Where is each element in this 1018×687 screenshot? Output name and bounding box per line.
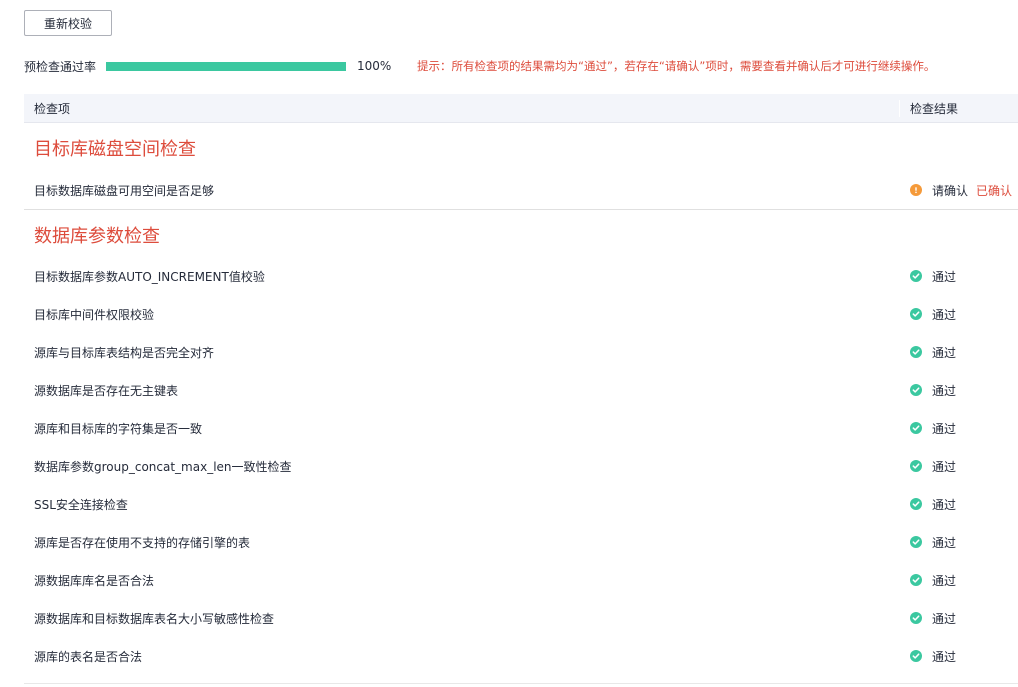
- check-item-name: 目标库中间件权限校验: [34, 307, 155, 322]
- group-title: 目标库磁盘空间检查: [34, 139, 196, 160]
- check-item-name: SSL安全连接检查: [34, 497, 128, 512]
- table-row: 源数据库和目标数据库表名大小写敏感性检查 通过: [24, 599, 1018, 637]
- table-header: 检查项 检查结果: [24, 94, 1018, 123]
- check-circle-icon: [910, 270, 922, 282]
- status-text: 通过: [932, 383, 957, 398]
- precheck-rate-row: 预检查通过率 100% 提示：所有检查项的结果需均为“通过”，若存在“请确认”项…: [24, 58, 1004, 74]
- check-item-name: 目标数据库磁盘可用空间是否足够: [34, 183, 215, 198]
- check-circle-icon: [910, 650, 922, 662]
- table-row: 数据库参数group_concat_max_len一致性检查 通过: [24, 447, 1018, 485]
- check-circle-icon: [910, 346, 922, 358]
- check-groups: 目标库磁盘空间检查 目标数据库磁盘可用空间是否足够 请确认 已确认 数据库参数检查 目标数…: [24, 123, 1018, 675]
- check-result: 通过: [900, 534, 956, 551]
- check-circle-icon: [910, 384, 922, 396]
- check-result: 通过: [900, 572, 956, 589]
- status-text: 通过: [932, 345, 957, 360]
- header-check-result: 检查结果: [910, 101, 959, 116]
- status-text: 通过: [932, 497, 957, 512]
- check-circle-icon: [910, 422, 922, 434]
- confirmed-link[interactable]: 已确认: [976, 182, 1012, 199]
- status-text: 通过: [932, 573, 957, 588]
- status-text: 通过: [932, 459, 957, 474]
- table-row: 源库是否存在使用不支持的存储引擎的表 通过: [24, 523, 1018, 561]
- status-text: 通过: [932, 421, 957, 436]
- table-row: 源数据库是否存在无主键表 通过: [24, 371, 1018, 409]
- table-row: 源数据库库名是否合法 通过: [24, 561, 1018, 599]
- check-circle-icon: [910, 574, 922, 586]
- table-bottom-divider: [24, 683, 1018, 684]
- check-item-name: 源数据库和目标数据库表名大小写敏感性检查: [34, 611, 275, 626]
- table-row: 源库与目标库表结构是否完全对齐 通过: [24, 333, 1018, 371]
- check-item-name: 源库是否存在使用不支持的存储引擎的表: [34, 535, 251, 550]
- check-result: 通过: [900, 382, 956, 399]
- check-result: 请确认 已确认: [900, 182, 1012, 199]
- status-text: 通过: [932, 535, 957, 550]
- status-text: 通过: [932, 307, 957, 322]
- check-result: 通过: [900, 496, 956, 513]
- check-circle-icon: [910, 308, 922, 320]
- check-table: 检查项 检查结果 目标库磁盘空间检查目标数据库磁盘可用空间是否足够 请确认 已确认数…: [24, 94, 1018, 675]
- check-circle-icon: [910, 612, 922, 624]
- exclamation-circle-icon: [910, 184, 922, 196]
- check-item-name: 数据库参数group_concat_max_len一致性检查: [34, 459, 292, 474]
- status-text: 请确认: [932, 183, 969, 198]
- table-row: 目标数据库参数AUTO_INCREMENT值校验 通过: [24, 257, 1018, 295]
- status-text: 通过: [932, 611, 957, 626]
- check-circle-icon: [910, 498, 922, 510]
- precheck-rate-label: 预检查通过率: [24, 59, 97, 74]
- status-text: 通过: [932, 649, 957, 664]
- check-circle-icon: [910, 536, 922, 548]
- check-result: 通过: [900, 268, 956, 285]
- precheck-progress-fill: [106, 61, 346, 71]
- group-title: 数据库参数检查: [24, 209, 1018, 257]
- check-item-name: 源数据库是否存在无主键表: [34, 383, 179, 398]
- precheck-percent: 100%: [357, 59, 392, 73]
- recheck-button[interactable]: 重新校验: [24, 10, 112, 36]
- check-result: 通过: [900, 610, 956, 627]
- precheck-progress-bar: [106, 61, 346, 71]
- status-text: 通过: [932, 269, 957, 284]
- table-row: 目标数据库磁盘可用空间是否足够 请确认 已确认: [24, 171, 1018, 209]
- table-row: 源库的表名是否合法 通过: [24, 637, 1018, 675]
- check-item-name: 源库与目标库表结构是否完全对齐: [34, 345, 215, 360]
- table-row: SSL安全连接检查 通过: [24, 485, 1018, 523]
- check-result: 通过: [900, 306, 956, 323]
- check-circle-icon: [910, 460, 922, 472]
- table-row: 源库和目标库的字符集是否一致 通过: [24, 409, 1018, 447]
- check-result: 通过: [900, 648, 956, 665]
- check-item-name: 源库的表名是否合法: [34, 649, 143, 664]
- check-item-name: 源库和目标库的字符集是否一致: [34, 421, 203, 436]
- check-result: 通过: [900, 344, 956, 361]
- precheck-hint: 提示：所有检查项的结果需均为“通过”，若存在“请确认”项时，需要查看并确认后才可…: [417, 59, 936, 73]
- check-result: 通过: [900, 458, 956, 475]
- check-result: 通过: [900, 420, 956, 437]
- header-check-item: 检查项: [24, 99, 900, 117]
- table-row: 目标库中间件权限校验 通过: [24, 295, 1018, 333]
- check-item-name: 目标数据库参数AUTO_INCREMENT值校验: [34, 269, 265, 284]
- check-item-name: 源数据库库名是否合法: [34, 573, 155, 588]
